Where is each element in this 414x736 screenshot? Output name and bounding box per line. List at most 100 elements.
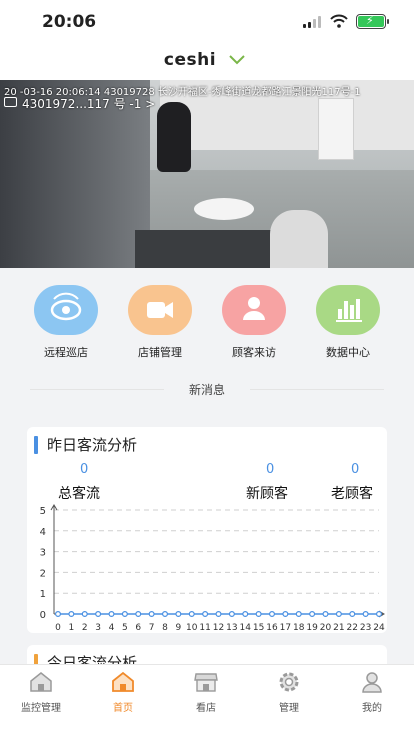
monitor-icon (28, 670, 54, 694)
tab-label: 监控管理 (21, 703, 61, 714)
video-scene-fridge (318, 98, 354, 160)
tab-store[interactable]: 看店 (165, 670, 247, 714)
metric-new-label: 新顾客 (246, 486, 288, 502)
metric-new-value: 0 (266, 462, 275, 477)
divider (250, 389, 384, 390)
x-tick-label: 4 (109, 623, 115, 633)
tab-monitor[interactable]: 监控管理 (0, 670, 82, 714)
camera-selector[interactable]: 4301972...117 号 -1 > (22, 95, 155, 112)
data-point (335, 610, 342, 617)
tab-bar: 监控管理 首页 看店 管理 我的 (0, 664, 414, 736)
tab-label: 首页 (113, 703, 133, 714)
y-tick-label: 2 (40, 568, 46, 579)
data-point (148, 610, 155, 617)
quick-nav: 远程巡店 店铺管理 顾客来访 数据中心 (0, 268, 414, 364)
video-scene-desk (135, 230, 275, 268)
metric-returning-value: 0 (351, 462, 360, 477)
x-tick-label: 13 (226, 623, 237, 633)
metric-total-label: 总客流 (58, 486, 100, 502)
status-time: 20:06 (42, 12, 97, 32)
data-point (68, 610, 75, 617)
x-tick-label: 8 (162, 623, 168, 633)
data-point (255, 610, 262, 617)
quick-label: 数据中心 (326, 346, 370, 359)
data-point (81, 610, 88, 617)
x-tick-label: 6 (135, 623, 141, 633)
data-point (228, 610, 235, 617)
yesterday-traffic-card: 昨日客流分析 0 总客流 0 新顾客 0 老顾客 012345012345678… (27, 427, 387, 633)
video-scene-person (270, 210, 328, 268)
remote-patrol-icon (34, 285, 98, 335)
x-tick-label: 9 (176, 623, 182, 633)
data-point (295, 610, 302, 617)
profile-icon (359, 670, 385, 694)
x-tick-label: 2 (82, 623, 88, 633)
customer-visit-icon (222, 285, 286, 335)
tab-manage[interactable]: 管理 (248, 670, 330, 714)
quick-label: 店铺管理 (138, 346, 182, 359)
camera-icon (4, 97, 17, 107)
card-accent-bar (34, 436, 38, 454)
y-tick-label: 3 (40, 548, 46, 559)
quick-item-remote-patrol[interactable]: 远程巡店 (19, 285, 113, 360)
signal-icon (303, 16, 323, 28)
tab-home[interactable]: 首页 (82, 670, 164, 714)
data-point (322, 610, 329, 617)
quick-label: 远程巡店 (44, 346, 88, 359)
data-point (121, 610, 128, 617)
x-tick-label: 11 (199, 623, 210, 633)
chevron-down-icon[interactable] (229, 55, 245, 65)
wifi-icon (330, 14, 348, 28)
x-tick-label: 12 (213, 623, 224, 633)
data-point (215, 610, 222, 617)
battery-icon: ⚡ (356, 14, 389, 29)
tab-label: 看店 (196, 703, 216, 714)
data-point (376, 610, 383, 617)
data-point (202, 610, 209, 617)
data-point (135, 610, 142, 617)
y-tick-label: 0 (40, 610, 46, 621)
x-tick-label: 1 (69, 623, 75, 633)
x-tick-label: 18 (293, 623, 305, 633)
title-bar: ceshi (0, 44, 414, 80)
x-tick-label: 21 (333, 623, 344, 633)
data-point (349, 610, 356, 617)
data-point (162, 610, 169, 617)
x-tick-label: 22 (347, 623, 358, 633)
quick-item-data-center[interactable]: 数据中心 (301, 285, 395, 360)
y-tick-label: 4 (40, 527, 46, 538)
card-title: 昨日客流分析 (47, 436, 138, 454)
tab-label: 我的 (362, 703, 382, 714)
tab-profile[interactable]: 我的 (331, 670, 413, 714)
data-point (108, 610, 115, 617)
quick-label: 顾客来访 (232, 346, 276, 359)
data-center-icon (316, 285, 380, 335)
home-icon (110, 670, 136, 694)
status-bar: 20:06 ⚡ (0, 0, 414, 44)
x-tick-label: 24 (373, 623, 385, 633)
data-point (269, 610, 276, 617)
data-point (242, 610, 249, 617)
x-tick-label: 17 (280, 623, 291, 633)
x-tick-label: 15 (253, 623, 264, 633)
store-name[interactable]: ceshi (0, 50, 380, 70)
video-scene-person (157, 102, 191, 172)
x-tick-label: 0 (55, 623, 61, 633)
store-camera-icon (128, 285, 192, 335)
video-player[interactable]: 20 -03-16 20:06:14 43019728 长沙开福区-秀峰街道龙都… (0, 80, 414, 268)
x-tick-label: 14 (240, 623, 252, 633)
tab-label: 管理 (279, 703, 299, 714)
x-tick-label: 16 (266, 623, 278, 633)
metric-returning-label: 老顾客 (331, 486, 373, 502)
x-tick-label: 3 (95, 623, 101, 633)
hourly-traffic-chart: 0123450 1 2 3 4 5 6 7 8 9 10 11 12 13 14 15 16 17 18 19 20 21… (40, 504, 385, 633)
quick-item-store-management[interactable]: 店铺管理 (113, 285, 207, 360)
x-tick-label: 7 (149, 623, 155, 633)
metric-total-value: 0 (80, 462, 89, 477)
video-scene-table (194, 198, 254, 220)
x-tick-label: 19 (306, 623, 318, 633)
quick-item-customer-visit[interactable]: 顾客来访 (207, 285, 301, 360)
x-tick-label: 23 (360, 623, 371, 633)
data-point (362, 610, 369, 617)
y-tick-label: 1 (40, 589, 46, 600)
